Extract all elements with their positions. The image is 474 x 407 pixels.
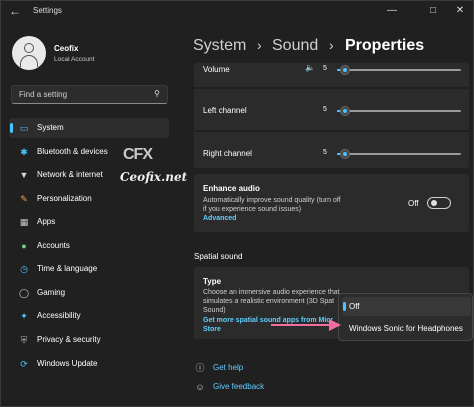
minimize-button[interactable]: —: [379, 3, 405, 19]
sidebar-item-personalization[interactable]: ✎ Personalization: [9, 189, 169, 209]
feedback-icon: ☺: [195, 382, 205, 392]
enhance-audio-toggle-label: Off: [408, 199, 419, 208]
monitor-icon: ▭: [19, 123, 29, 133]
sidebar-item-accounts[interactable]: ● Accounts: [9, 236, 169, 256]
person-head-icon: [24, 43, 34, 53]
dropdown-option-windows-sonic[interactable]: Windows Sonic for Headphones: [342, 319, 471, 338]
advanced-link[interactable]: Advanced: [203, 215, 236, 222]
sidebar-item-label: Accounts: [37, 241, 70, 250]
output-settings-card: Volume 🔈 5 Left channel 5 Right channel …: [194, 63, 469, 168]
accessibility-icon: ✦: [20, 311, 28, 321]
gamepad-icon: ◯: [18, 288, 30, 298]
breadcrumb-sound[interactable]: Sound: [272, 37, 318, 55]
search-icon[interactable]: ⚲: [154, 89, 160, 98]
watermark-text: Ceofix.net: [120, 170, 188, 184]
person-icon: ●: [21, 241, 27, 251]
get-help-link[interactable]: Get help: [213, 363, 243, 372]
sidebar-item-windows-update[interactable]: ⟳ Windows Update: [9, 354, 169, 374]
slider-thumb[interactable]: [340, 65, 350, 75]
option-label: Windows Sonic for Headphones: [349, 324, 463, 333]
slider-track: [337, 110, 461, 112]
option-label: Off: [349, 302, 360, 311]
annotation-arrow-icon: [271, 319, 341, 331]
breadcrumb-separator: ›: [257, 37, 262, 53]
breadcrumb-system[interactable]: System: [193, 37, 246, 55]
sidebar-item-label: Network & internet: [37, 170, 103, 179]
sidebar-item-accessibility[interactable]: ✦ Accessibility: [9, 306, 169, 326]
maximize-button[interactable]: □: [420, 3, 446, 19]
sidebar-item-label: Gaming: [37, 288, 66, 297]
bluetooth-icon: ✱: [20, 147, 28, 157]
sidebar-item-label: System: [37, 123, 64, 132]
sidebar-item-time-language[interactable]: ◷ Time & language: [9, 259, 169, 279]
help-icon: ⓘ: [195, 363, 205, 373]
sidebar-item-label: Personalization: [37, 194, 92, 203]
sidebar-item-apps[interactable]: ▦ Apps: [9, 212, 169, 232]
brush-icon: ✎: [20, 194, 28, 204]
wifi-icon: ▼: [19, 170, 29, 180]
store-link-line2[interactable]: Store: [203, 326, 221, 333]
back-arrow-icon[interactable]: ←: [9, 4, 23, 18]
slider-track: [337, 69, 461, 71]
dropdown-option-off[interactable]: Off: [342, 297, 471, 316]
slider-thumb[interactable]: [340, 106, 350, 116]
selected-indicator: [343, 302, 346, 311]
user-name: Ceofix: [54, 44, 79, 53]
sidebar-item-gaming[interactable]: ◯ Gaming: [9, 283, 169, 303]
volume-value: 5: [323, 65, 327, 72]
spatial-sound-heading: Spatial sound: [194, 252, 243, 261]
left-channel-value: 5: [323, 106, 327, 113]
enhance-audio-card: Enhance audio Automatically improve soun…: [194, 174, 469, 232]
sidebar-item-system[interactable]: ▭ System: [9, 118, 169, 138]
sidebar-item-label: Apps: [37, 217, 56, 226]
globe-clock-icon: ◷: [20, 264, 28, 274]
left-channel-label: Left channel: [203, 106, 247, 115]
enhance-audio-title: Enhance audio: [203, 184, 260, 193]
sidebar-item-privacy-security[interactable]: ⛨ Privacy & security: [9, 330, 169, 350]
slider-track: [337, 153, 461, 155]
active-indicator: [10, 123, 13, 133]
toggle-knob: [431, 200, 437, 206]
breadcrumb-separator: ›: [329, 37, 334, 53]
row-divider: [194, 130, 469, 132]
title-bar: ← Settings — □ ✕: [1, 1, 473, 23]
window-title: Settings: [33, 6, 62, 15]
sidebar-item-label: Accessibility: [37, 311, 81, 320]
spatial-sound-dropdown[interactable]: Off Windows Sonic for Headphones: [338, 293, 473, 341]
sidebar-item-label: Time & language: [37, 264, 98, 273]
breadcrumb-properties: Properties: [345, 37, 425, 54]
avatar[interactable]: [12, 36, 46, 70]
right-channel-label: Right channel: [203, 149, 252, 158]
apps-icon: ▦: [19, 217, 29, 227]
give-feedback-link[interactable]: Give feedback: [213, 382, 264, 391]
sidebar-item-label: Windows Update: [37, 359, 98, 368]
sidebar-item-label: Privacy & security: [37, 335, 101, 344]
close-button[interactable]: ✕: [447, 3, 473, 19]
speaker-icon[interactable]: 🔈: [305, 63, 315, 72]
account-type: Local Account: [54, 56, 95, 63]
shield-icon: ⛨: [20, 335, 28, 345]
sidebar-item-label: Bluetooth & devices: [37, 147, 108, 156]
watermark-logo: CFX: [123, 146, 153, 163]
settings-window: ← Settings — □ ✕ Ceofix Local Account Fi…: [0, 0, 474, 407]
person-body-icon: [20, 55, 38, 67]
spatial-type-title: Type: [203, 277, 222, 286]
enhance-audio-description: Automatically improve sound quality (tur…: [203, 197, 341, 213]
search-input[interactable]: Find a setting ⚲: [11, 85, 168, 104]
spatial-type-description: Choose an immersive audio experience tha…: [203, 289, 340, 314]
row-divider: [194, 87, 469, 89]
search-placeholder: Find a setting: [19, 90, 68, 99]
volume-label: Volume: [203, 65, 230, 74]
right-channel-value: 5: [323, 149, 327, 156]
update-icon: ⟳: [20, 359, 28, 369]
slider-thumb[interactable]: [340, 149, 350, 159]
enhance-audio-toggle[interactable]: [427, 197, 451, 209]
